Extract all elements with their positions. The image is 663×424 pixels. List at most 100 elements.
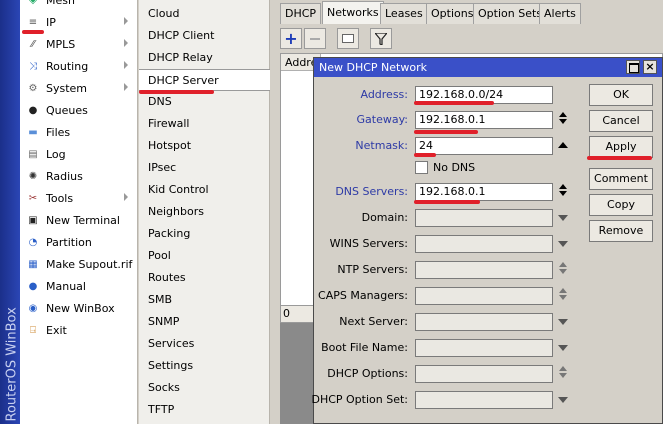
submenu-item-tftp[interactable]: TFTP xyxy=(139,399,270,421)
collapse-arrow-icon[interactable] xyxy=(558,141,568,151)
filter-button[interactable] xyxy=(370,28,392,49)
submenu-item-hotspot[interactable]: Hotspot xyxy=(139,135,270,157)
menu-item-label: New Terminal xyxy=(46,213,120,227)
add-button[interactable]: + xyxy=(280,28,302,49)
add-remove-spinner-icon[interactable] xyxy=(558,262,568,275)
partition-icon: ◔ xyxy=(28,236,38,248)
caps-managers-field[interactable] xyxy=(415,287,553,305)
submenu-item-kid-control[interactable]: Kid Control xyxy=(139,179,270,201)
comment-button[interactable] xyxy=(337,28,359,49)
tab-networks[interactable]: Networks xyxy=(322,1,384,24)
menu-item-tools[interactable]: ✂ Tools xyxy=(20,187,138,209)
copy-button[interactable]: Copy xyxy=(589,194,653,216)
menu-item-log[interactable]: ▤ Log xyxy=(20,143,138,165)
no-dns-option[interactable]: No DNS xyxy=(415,160,535,176)
menu-item-queues[interactable]: ● Queues xyxy=(20,99,138,121)
gateway-field[interactable]: 192.168.0.1 xyxy=(415,111,553,129)
ntp-servers-field[interactable] xyxy=(415,261,553,279)
dropdown-arrow-icon[interactable] xyxy=(558,239,568,249)
menu-item-new-winbox[interactable]: ◉ New WinBox xyxy=(20,297,138,319)
gateway-label: Gateway: xyxy=(356,113,409,126)
wins-servers-label: WINS Servers: xyxy=(329,237,408,250)
annotation-mark-ip xyxy=(22,30,44,34)
gateway-row: Gateway: 192.168.0.1 xyxy=(314,111,574,131)
menu-item-mpls[interactable]: ⁄⁄ MPLS xyxy=(20,33,138,55)
comment-button[interactable]: Comment xyxy=(589,168,653,190)
dhcp-option-set-field[interactable] xyxy=(415,391,553,409)
add-remove-spinner-icon[interactable] xyxy=(558,288,568,301)
next-server-label: Next Server: xyxy=(339,315,408,328)
dropdown-arrow-icon[interactable] xyxy=(558,317,568,327)
tab-alerts[interactable]: Alerts xyxy=(539,3,581,24)
terminal-icon: ▣ xyxy=(28,214,38,226)
dns-servers-field[interactable]: 192.168.0.1 xyxy=(415,183,553,201)
dialog-title-bar[interactable]: New DHCP Network xyxy=(314,58,662,77)
submenu-item-smb[interactable]: SMB xyxy=(139,289,270,311)
tab-leases[interactable]: Leases xyxy=(380,3,428,24)
submenu-item-services[interactable]: Services xyxy=(139,333,270,355)
boot-file-name-field[interactable] xyxy=(415,339,553,357)
menu-item-mesh[interactable]: ◈ Mesh xyxy=(20,0,138,11)
menu-item-files[interactable]: ▬ Files xyxy=(20,121,138,143)
exit-icon: ⍈ xyxy=(30,324,36,336)
submenu-item-packing[interactable]: Packing xyxy=(139,223,270,245)
submenu-item-firewall[interactable]: Firewall xyxy=(139,113,270,135)
menu-item-label: Files xyxy=(46,125,71,139)
submenu-item-socks[interactable]: Socks xyxy=(139,377,270,399)
menu-item-exit[interactable]: ⍈ Exit xyxy=(20,319,138,341)
menu-item-label: Routing xyxy=(46,59,89,73)
ok-button[interactable]: OK xyxy=(589,84,653,106)
dhcp-options-field[interactable] xyxy=(415,365,553,383)
netmask-field[interactable]: 24 xyxy=(415,137,553,155)
menu-item-system[interactable]: ⚙ System xyxy=(20,77,138,99)
menu-item-label: Tools xyxy=(46,191,74,205)
annotation-mark-netmask xyxy=(414,153,436,157)
menu-item-manual[interactable]: ● Manual xyxy=(20,275,138,297)
close-icon[interactable]: × xyxy=(643,60,657,74)
submenu-item-dns[interactable]: DNS xyxy=(139,91,270,113)
menu-item-new-terminal[interactable]: ▣ New Terminal xyxy=(20,209,138,231)
no-dns-label: No DNS xyxy=(433,161,476,174)
add-remove-spinner-icon[interactable] xyxy=(558,184,568,197)
winbox-icon: ◉ xyxy=(28,302,38,314)
netmask-label: Netmask: xyxy=(355,139,408,152)
dropdown-arrow-icon[interactable] xyxy=(558,213,568,223)
submenu-item-cloud[interactable]: Cloud xyxy=(139,3,270,25)
netmask-row: Netmask: 24 xyxy=(314,137,574,157)
submenu-item-ipsec[interactable]: IPsec xyxy=(139,157,270,179)
remove-button[interactable]: Remove xyxy=(589,220,653,242)
tab-options[interactable]: Options xyxy=(426,3,479,24)
next-server-field[interactable] xyxy=(415,313,553,331)
no-dns-checkbox[interactable] xyxy=(415,161,428,174)
submenu-item-dhcp-server[interactable]: DHCP Server xyxy=(139,69,270,91)
cancel-button[interactable]: Cancel xyxy=(589,110,653,132)
annotation-mark-address xyxy=(414,101,494,105)
submenu-item-dhcp-client[interactable]: DHCP Client xyxy=(139,25,270,47)
submenu-item-routes[interactable]: Routes xyxy=(139,267,270,289)
menu-item-radius[interactable]: ✺ Radius xyxy=(20,165,138,187)
domain-field[interactable] xyxy=(415,209,553,227)
menu-item-partition[interactable]: ◔ Partition xyxy=(20,231,138,253)
apply-button[interactable]: Apply xyxy=(589,136,653,158)
maximize-icon[interactable] xyxy=(626,60,640,74)
ntp-servers-label: NTP Servers: xyxy=(337,263,408,276)
tab-dhcp[interactable]: DHCP xyxy=(280,3,322,24)
dropdown-arrow-icon[interactable] xyxy=(558,343,568,353)
submenu-item-dhcp-relay[interactable]: DHCP Relay xyxy=(139,47,270,69)
submenu-item-snmp[interactable]: SNMP xyxy=(139,311,270,333)
submenu-item-settings[interactable]: Settings xyxy=(139,355,270,377)
menu-item-make-supout-rif[interactable]: ▦ Make Supout.rif xyxy=(20,253,138,275)
dropdown-arrow-icon[interactable] xyxy=(558,395,568,405)
tab-option-sets[interactable]: Option Sets xyxy=(473,3,548,24)
add-remove-spinner-icon[interactable] xyxy=(558,112,568,125)
submenu-arrow-icon xyxy=(124,193,128,201)
annotation-mark-dhcp-server xyxy=(139,90,214,94)
wins-servers-field[interactable] xyxy=(415,235,553,253)
add-remove-spinner-icon[interactable] xyxy=(558,366,568,379)
menu-item-routing[interactable]: ⤨ Routing xyxy=(20,55,138,77)
remove-button[interactable] xyxy=(304,28,326,49)
submenu-item-neighbors[interactable]: Neighbors xyxy=(139,201,270,223)
submenu-item-pool[interactable]: Pool xyxy=(139,245,270,267)
dhcp-option-set-label: DHCP Option Set: xyxy=(311,393,408,406)
brand-strip: RouterOS WinBox xyxy=(0,0,20,424)
